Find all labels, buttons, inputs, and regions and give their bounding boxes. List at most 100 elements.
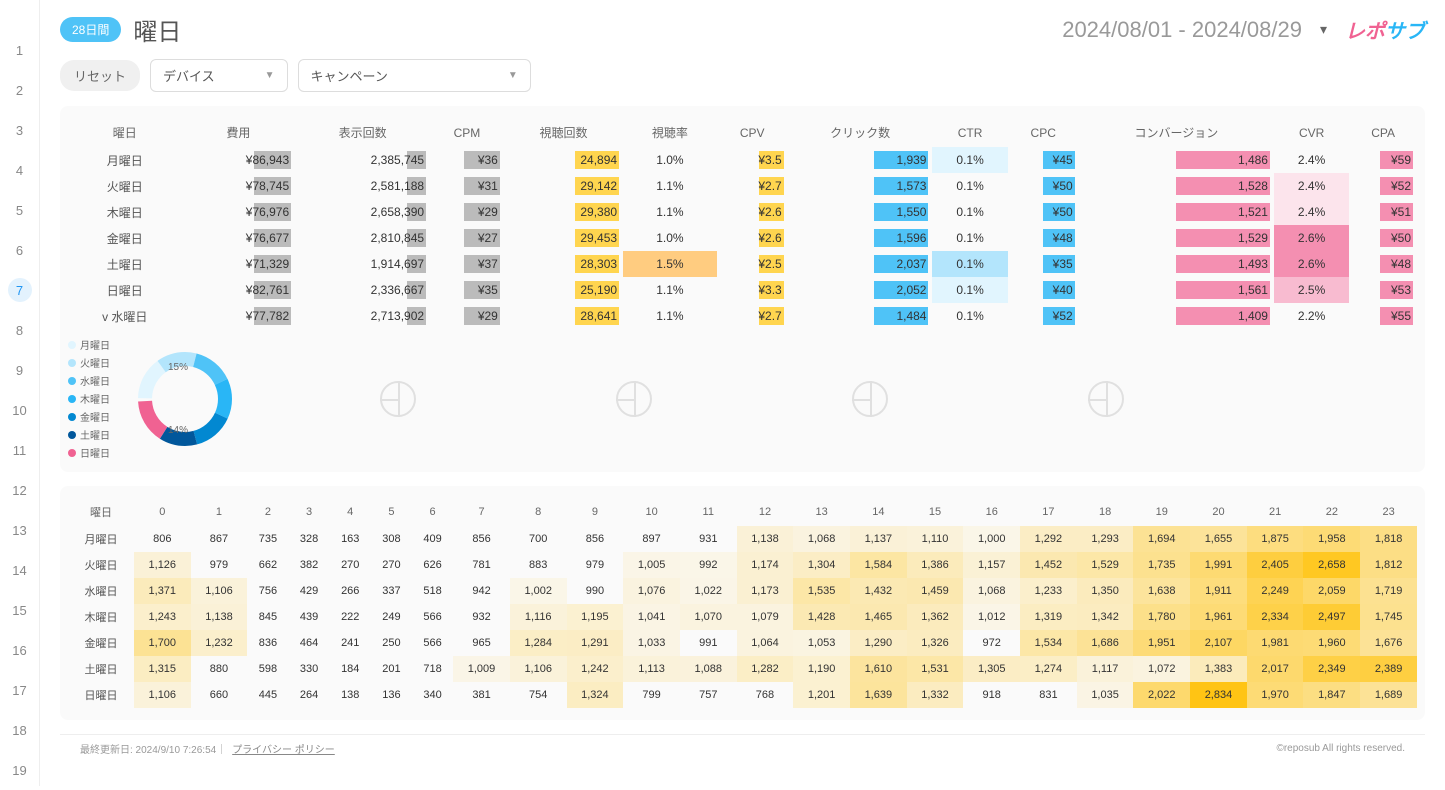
table-cell: ¥37: [430, 251, 504, 277]
column-header[interactable]: CPV: [717, 118, 788, 147]
heatmap-cell: 201: [371, 656, 412, 682]
table-cell: 1,596: [788, 225, 933, 251]
sidebar-item-17[interactable]: 17: [0, 670, 39, 710]
table-cell: ¥59: [1349, 147, 1417, 173]
privacy-link[interactable]: プライバシー ポリシー: [232, 741, 335, 756]
column-header[interactable]: CVR: [1274, 118, 1349, 147]
heatmap-cell: 932: [453, 604, 510, 630]
heatmap-cell: 979: [567, 552, 624, 578]
heatmap-cell: 972: [963, 630, 1020, 656]
heatmap-row: 金曜日1,7001,2328364642412505669651,2841,29…: [68, 630, 1417, 656]
heatmap-cell: 1,292: [1020, 526, 1077, 552]
heatmap-cell: 1,243: [134, 604, 191, 630]
heatmap-cell: 2,405: [1247, 552, 1304, 578]
heatmap-cell: 1,005: [623, 552, 680, 578]
heatmap-row: 土曜日1,3158805983301842017181,0091,1061,24…: [68, 656, 1417, 682]
heatmap-cell: 1,242: [567, 656, 624, 682]
header: 28日間 曜日 2024/08/01 - 2024/08/29 ▾ レポサブ: [60, 12, 1425, 47]
sidebar-item-3[interactable]: 3: [0, 110, 39, 150]
column-header[interactable]: 表示回数: [295, 118, 430, 147]
heatmap-cell: 1,138: [737, 526, 794, 552]
table-cell: 1.0%: [623, 225, 717, 251]
sidebar-item-19[interactable]: 19: [0, 750, 39, 790]
column-header[interactable]: CPA: [1349, 118, 1417, 147]
heatmap-cell: 1,190: [793, 656, 850, 682]
sidebar-item-13[interactable]: 13: [0, 510, 39, 550]
table-cell: 1,493: [1079, 251, 1274, 277]
day-cell: 月曜日: [68, 147, 182, 173]
sidebar-item-6[interactable]: 6: [0, 230, 39, 270]
sidebar-item-9[interactable]: 9: [0, 350, 39, 390]
heatmap-cell: 965: [453, 630, 510, 656]
sidebar-item-18[interactable]: 18: [0, 710, 39, 750]
table-cell: 0.1%: [932, 173, 1007, 199]
sidebar-item-8[interactable]: 8: [0, 310, 39, 350]
table-cell: 1,521: [1079, 199, 1274, 225]
main-content: 28日間 曜日 2024/08/01 - 2024/08/29 ▾ レポサブ リ…: [40, 0, 1445, 786]
heatmap-cell: 1,535: [793, 578, 850, 604]
table-cell: ¥76,677: [182, 225, 296, 251]
column-header[interactable]: 視聴回数: [504, 118, 623, 147]
campaign-select[interactable]: キャンペーン▼: [298, 59, 531, 92]
legend-item: 水曜日: [68, 373, 110, 388]
heatmap-cell: 270: [330, 552, 371, 578]
sidebar-item-11[interactable]: 11: [0, 430, 39, 470]
heatmap-cell: 662: [247, 552, 288, 578]
column-header[interactable]: 費用: [182, 118, 296, 147]
sidebar-item-14[interactable]: 14: [0, 550, 39, 590]
table-cell: 1,409: [1079, 303, 1274, 329]
table-cell: ¥2.6: [717, 199, 788, 225]
column-header[interactable]: コンバージョン: [1079, 118, 1274, 147]
chevron-down-icon: ▼: [265, 70, 275, 81]
table-cell: 25,190: [504, 277, 623, 303]
date-range[interactable]: 2024/08/01 - 2024/08/29: [1062, 17, 1302, 43]
heatmap-cell: 1,070: [680, 604, 737, 630]
sidebar-item-16[interactable]: 16: [0, 630, 39, 670]
heatmap-cell: 1,818: [1360, 526, 1417, 552]
table-cell: ¥35: [430, 277, 504, 303]
day-cell: 土曜日: [68, 656, 134, 682]
table-cell: 1,484: [788, 303, 933, 329]
column-header[interactable]: 視聴率: [623, 118, 717, 147]
day-cell: 木曜日: [68, 604, 134, 630]
sidebar-item-1[interactable]: 1: [0, 30, 39, 70]
heatmap-cell: 897: [623, 526, 680, 552]
hour-header: 23: [1360, 498, 1417, 526]
reset-button[interactable]: リセット: [60, 60, 140, 91]
heatmap-cell: 241: [330, 630, 371, 656]
table-cell: ¥78,745: [182, 173, 296, 199]
heatmap-cell: 1,293: [1077, 526, 1134, 552]
heatmap-cell: 1,735: [1133, 552, 1190, 578]
page-title: 曜日: [133, 12, 181, 47]
heatmap-cell: 2,059: [1303, 578, 1360, 604]
hour-header: 2: [247, 498, 288, 526]
table-cell: ¥2.5: [717, 251, 788, 277]
table-cell: ¥77,782: [182, 303, 296, 329]
column-header[interactable]: CTR: [932, 118, 1007, 147]
sidebar-item-4[interactable]: 4: [0, 150, 39, 190]
sidebar-item-15[interactable]: 15: [0, 590, 39, 630]
sidebar-item-5[interactable]: 5: [0, 190, 39, 230]
table-cell: ¥86,943: [182, 147, 296, 173]
heatmap-cell: 1,041: [623, 604, 680, 630]
day-cell: 火曜日: [68, 173, 182, 199]
heatmap-cell: 1,282: [737, 656, 794, 682]
heatmap-cell: 1,655: [1190, 526, 1247, 552]
sidebar-item-7[interactable]: 7: [0, 270, 39, 310]
column-header[interactable]: CPC: [1008, 118, 1079, 147]
column-header[interactable]: 曜日: [68, 118, 182, 147]
heatmap-cell: 735: [247, 526, 288, 552]
column-header[interactable]: CPM: [430, 118, 504, 147]
sidebar-item-12[interactable]: 12: [0, 470, 39, 510]
heatmap-cell: 1,088: [680, 656, 737, 682]
heatmap-cell: 1,638: [1133, 578, 1190, 604]
sidebar-item-2[interactable]: 2: [0, 70, 39, 110]
table-cell: 1.1%: [623, 303, 717, 329]
column-header[interactable]: クリック数: [788, 118, 933, 147]
heatmap-cell: 1,951: [1133, 630, 1190, 656]
table-cell: ¥71,329: [182, 251, 296, 277]
table-cell: 2.6%: [1274, 251, 1349, 277]
device-select[interactable]: デバイス▼: [150, 59, 288, 92]
chevron-down-icon[interactable]: ▾: [1320, 21, 1327, 38]
sidebar-item-10[interactable]: 10: [0, 390, 39, 430]
